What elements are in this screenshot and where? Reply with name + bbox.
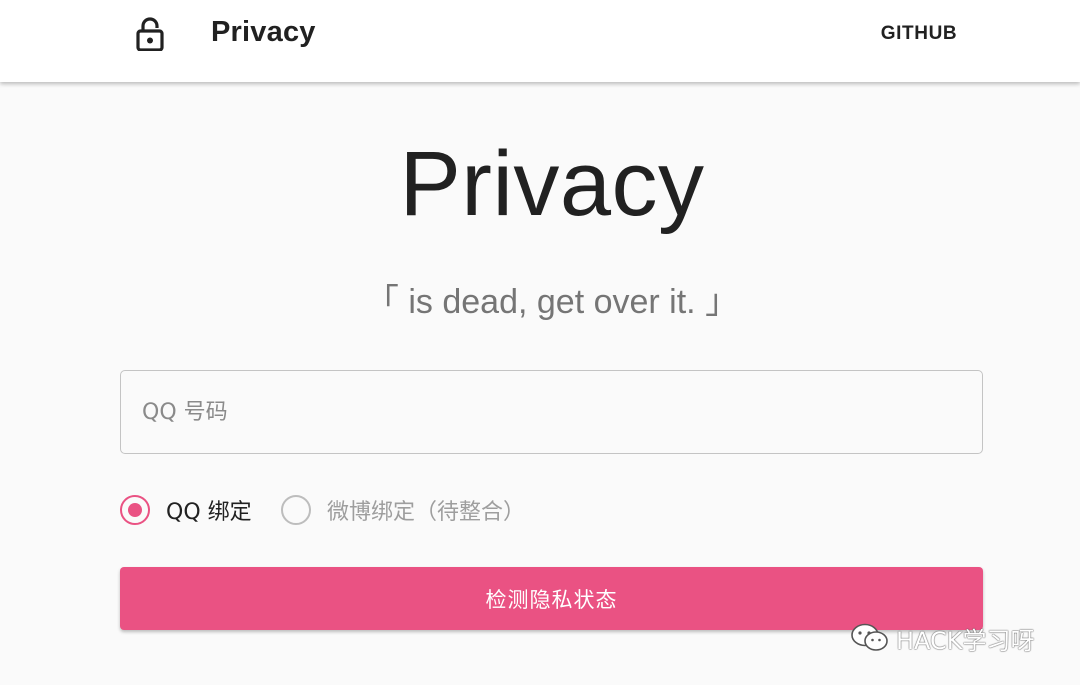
qq-number-input[interactable] <box>121 371 982 453</box>
radio-weibo-binding[interactable]: 微博绑定（待整合） <box>281 494 525 526</box>
app-title: Privacy <box>211 16 316 48</box>
app-bar: Privacy GITHUB <box>0 0 1080 82</box>
wechat-icon <box>850 622 890 654</box>
hero-title: Privacy <box>399 133 705 235</box>
hero-subtitle: 「 is dead, get over it. 」 <box>364 283 740 321</box>
watermark: HACK学习呀 <box>850 620 1035 656</box>
radio-qq-binding-label: QQ 绑定 <box>166 500 252 525</box>
radio-weibo-binding-label: 微博绑定（待整合） <box>327 500 526 525</box>
radio-checked-icon[interactable] <box>120 495 150 525</box>
radio-qq-binding[interactable]: QQ 绑定 <box>120 494 252 526</box>
github-link[interactable]: GITHUB <box>860 16 978 52</box>
lock-open-icon <box>136 17 164 52</box>
qq-number-field <box>120 370 983 454</box>
radio-unchecked-icon[interactable] <box>281 495 311 525</box>
watermark-text: HACK学习呀 <box>896 626 1035 655</box>
